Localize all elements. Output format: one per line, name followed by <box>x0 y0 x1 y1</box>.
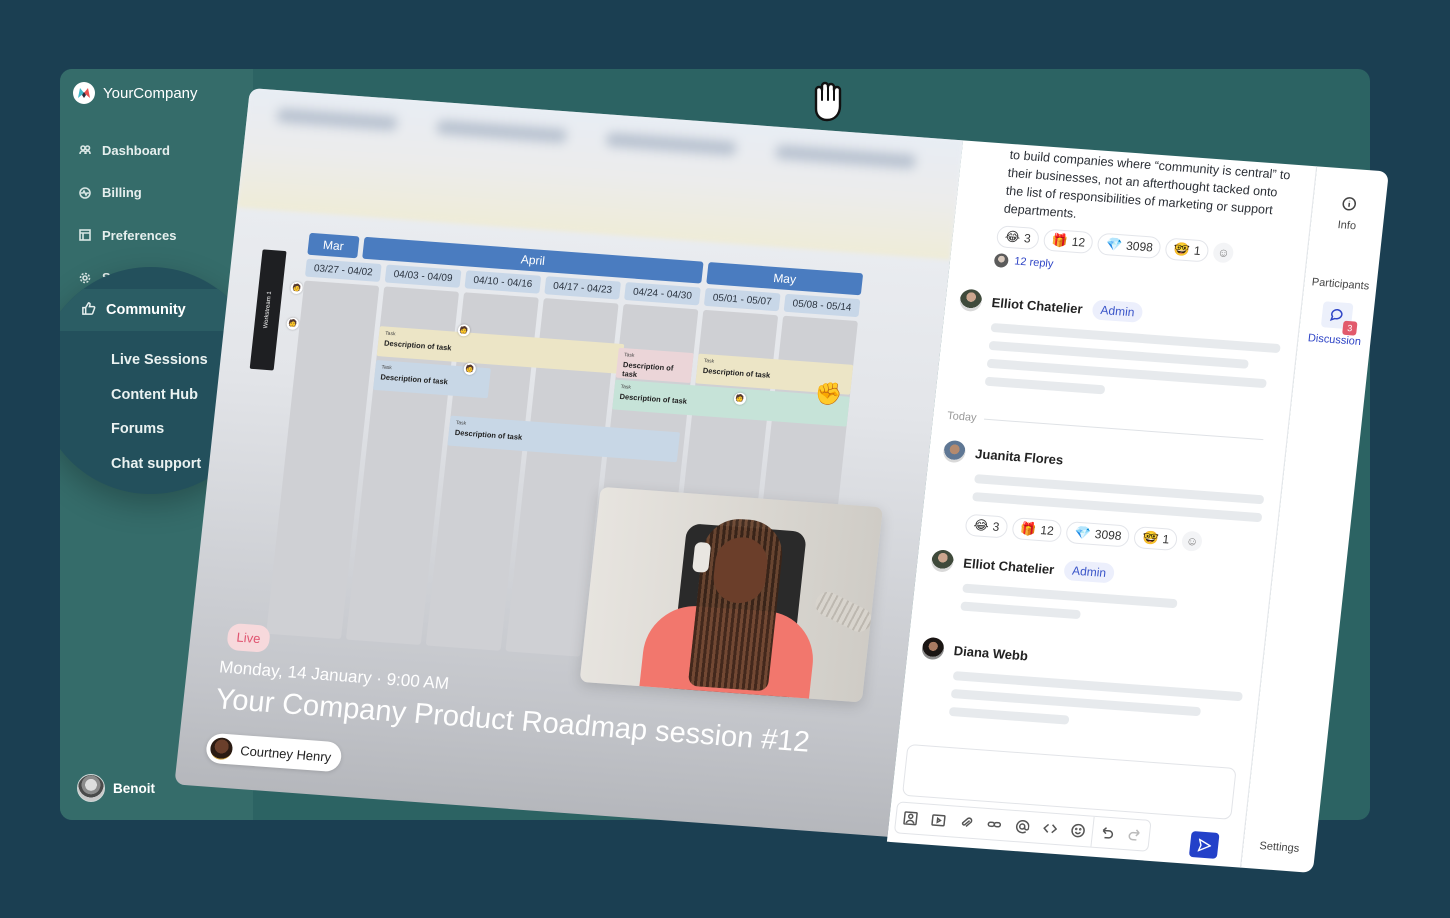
date-divider: Today <box>947 410 1265 445</box>
live-session-panel: Workstream 1 🧑Caroline 🧑Amit Mar April M… <box>172 88 1397 888</box>
sidebar-item-billing[interactable]: Billing <box>78 172 176 215</box>
skeleton-line <box>948 706 1070 725</box>
reply-link[interactable]: 12 reply <box>993 253 1054 271</box>
message-author: Elliot Chatelier Admin <box>930 549 1116 584</box>
avatar <box>930 549 955 573</box>
discussion-count-badge: 3 <box>1342 320 1358 336</box>
brand[interactable]: YourCompany <box>73 82 198 104</box>
message-author: Diana Webb <box>920 636 1029 667</box>
week-header: 05/08 - 05/14 <box>783 293 861 318</box>
message-author: Juanita Flores <box>942 439 1064 471</box>
reaction-gift[interactable]: 🎁 12 <box>1011 517 1063 543</box>
users-icon <box>78 143 92 157</box>
week-header: 05/01 - 05/07 <box>703 287 781 312</box>
subnav-item-content-hub[interactable]: Content Hub <box>111 378 208 413</box>
admin-badge: Admin <box>1091 299 1144 323</box>
subnav-item-chat-support[interactable]: Chat support <box>111 447 208 482</box>
week-header: 03/27 - 04/02 <box>304 258 382 283</box>
reaction-nerd[interactable]: 🤓 1 <box>1133 526 1179 552</box>
week-header: 04/17 - 04/23 <box>544 276 622 300</box>
raised-fist-flag-icon: ✊ <box>813 380 844 408</box>
avatar <box>958 288 983 313</box>
reaction-laugh[interactable]: 😂 3 <box>964 513 1009 539</box>
community-label: Community <box>106 302 186 318</box>
rail-item-discussion[interactable]: 3 Discussion <box>1298 300 1375 349</box>
layout-icon <box>78 228 92 242</box>
admin-badge: Admin <box>1063 559 1116 584</box>
sidebar-item-label: Billing <box>102 185 142 201</box>
grab-cursor-icon <box>806 78 850 124</box>
avatar <box>77 774 105 802</box>
subnav-item-forums[interactable]: Forums <box>111 412 208 447</box>
week-header: 04/03 - 04/09 <box>384 264 462 288</box>
speaker-video[interactable] <box>579 486 883 703</box>
avatar <box>209 736 234 761</box>
reaction-laugh[interactable]: 😂 3 <box>995 225 1040 251</box>
avatar <box>993 253 1010 268</box>
add-reaction-icon[interactable]: ☺ <box>1181 530 1204 552</box>
brand-name: YourCompany <box>103 84 198 102</box>
user-profile[interactable]: Benoit <box>77 774 155 802</box>
rail-item-participants[interactable]: Participants <box>1304 276 1377 293</box>
sidebar-item-preferences[interactable]: Preferences <box>78 214 176 257</box>
workstream-label: Workstream 1 <box>249 249 287 371</box>
emoji-icon[interactable] <box>1063 815 1094 847</box>
avatar <box>920 636 946 661</box>
divider-line <box>984 418 1264 440</box>
sidebar-item-label: Dashboard <box>102 142 170 158</box>
session-stage: Workstream 1 🧑Caroline 🧑Amit Mar April M… <box>174 88 964 837</box>
subnav-item-live-sessions[interactable]: Live Sessions <box>111 343 208 378</box>
task-bar[interactable]: Task Description of task <box>615 347 694 384</box>
send-icon <box>1197 837 1212 852</box>
sidebar-item-dashboard[interactable]: Dashboard <box>78 129 176 172</box>
add-reaction-icon[interactable]: ☺ <box>1212 242 1235 264</box>
live-status-badge: Live <box>226 622 271 653</box>
gear-icon <box>78 271 92 285</box>
month-header: Mar <box>307 232 360 259</box>
discussion-icon: 3 <box>1320 301 1358 336</box>
host-name: Courtney Henry <box>239 742 333 765</box>
user-name: Benoit <box>113 780 155 796</box>
video-icon[interactable] <box>923 804 954 836</box>
rail-item-info[interactable]: Info <box>1310 194 1386 234</box>
message-author: Elliot Chatelier Admin <box>958 288 1144 324</box>
reaction-gem[interactable]: 💎 3098 <box>1096 232 1162 260</box>
week-header: 04/10 - 04/16 <box>464 270 542 294</box>
reaction-nerd[interactable]: 🤓 1 <box>1164 237 1210 263</box>
week-header: 04/24 - 04/30 <box>624 282 701 306</box>
redo-icon[interactable] <box>1119 819 1150 851</box>
yourcompany-logo-icon <box>73 82 95 104</box>
link-icon[interactable] <box>979 809 1010 841</box>
sidebar-item-label: Preferences <box>102 227 177 243</box>
image-icon[interactable] <box>895 802 926 834</box>
host-chip[interactable]: Courtney Henry <box>204 732 343 773</box>
reaction-gift[interactable]: 🎁 12 <box>1042 228 1095 255</box>
rail-item-settings[interactable]: Settings <box>1243 839 1316 856</box>
reaction-gem[interactable]: 💎 3098 <box>1065 521 1131 548</box>
skeleton-line <box>984 376 1106 395</box>
thumbs-up-icon <box>81 301 96 320</box>
person-avatar-icon: 🧑 <box>290 281 304 295</box>
video-microphone <box>811 587 876 636</box>
community-subnav: Live Sessions Content Hub Forums Chat su… <box>111 343 208 481</box>
send-button[interactable] <box>1188 830 1220 859</box>
skeleton-line <box>960 601 1081 620</box>
mention-icon[interactable] <box>1007 811 1038 843</box>
reactions-row: 😂 3 🎁 12 💎 3098 🤓 1 ☺ <box>964 513 1204 553</box>
attachment-icon[interactable] <box>951 806 982 838</box>
video-headphone <box>692 541 712 573</box>
person-avatar-icon: 🧑 <box>286 317 300 331</box>
info-icon <box>1341 196 1357 214</box>
avatar <box>942 439 967 464</box>
code-icon[interactable] <box>1035 813 1066 845</box>
activity-icon <box>78 186 92 200</box>
undo-icon[interactable] <box>1091 817 1122 849</box>
